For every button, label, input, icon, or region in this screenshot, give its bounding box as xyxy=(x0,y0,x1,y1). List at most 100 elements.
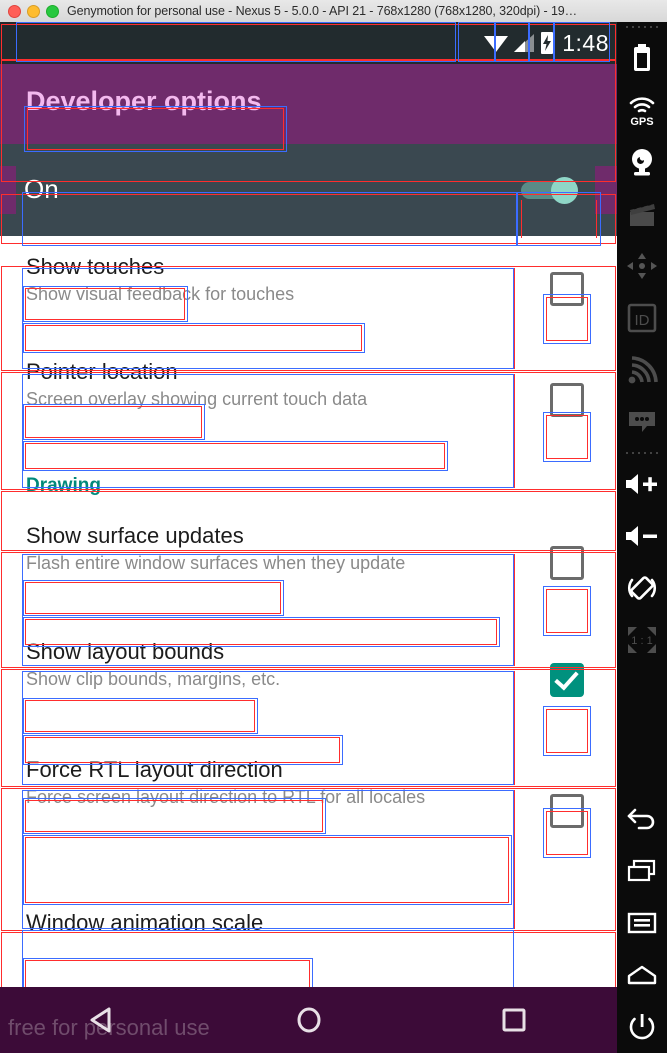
toolbar-scale-button[interactable]: 1 : 1 xyxy=(617,614,667,666)
action-bar: Developer options xyxy=(0,64,617,144)
android-navigation-bar: free for personal use xyxy=(0,987,617,1053)
switch-bar-bottom-spacer xyxy=(0,214,617,236)
switch-bar-left-accent xyxy=(0,166,16,214)
toolbar-drag-handle-middle[interactable] xyxy=(617,448,667,458)
section-header-drawing: Drawing xyxy=(0,459,617,505)
network-signal-icon xyxy=(628,356,658,384)
nav-recents-button[interactable] xyxy=(411,987,617,1053)
window-controls xyxy=(0,4,59,18)
list-item-subtitle: Flash entire window surfaces when they u… xyxy=(26,552,406,573)
scale-one-to-one-icon: 1 : 1 xyxy=(628,627,656,653)
toolbar-back-button[interactable] xyxy=(617,793,667,845)
list-item[interactable]: Window animation scale xyxy=(0,882,617,962)
rotate-screen-icon xyxy=(627,576,657,600)
list-item-title: Force RTL layout direction xyxy=(26,757,283,782)
dpad-icon xyxy=(627,253,657,279)
volume-up-icon xyxy=(626,474,657,494)
list-item-title: Pointer location xyxy=(26,359,178,384)
toolbar-recents-button[interactable] xyxy=(617,845,667,897)
page-title: Developer options xyxy=(26,86,262,116)
scale-label: 1 : 1 xyxy=(631,635,652,647)
checkbox-checked-icon[interactable] xyxy=(550,663,584,697)
switch-bar-top-spacer xyxy=(0,144,617,166)
toolbar-dpad-button[interactable] xyxy=(617,240,667,292)
menu-icon xyxy=(627,912,657,934)
list-item[interactable]: Show surface updates Flash entire window… xyxy=(0,505,617,621)
camera-icon xyxy=(632,149,652,176)
list-item-subtitle: Screen overlay showing current touch dat… xyxy=(26,388,368,409)
toolbar-id-button[interactable]: ID xyxy=(617,292,667,344)
list-item[interactable]: Show layout bounds Show clip bounds, mar… xyxy=(0,621,617,739)
status-clock: 1:48 xyxy=(562,29,609,56)
checkbox-unchecked-icon[interactable] xyxy=(550,793,584,828)
list-item-control[interactable] xyxy=(517,236,617,341)
id-icon: ID xyxy=(627,303,657,333)
genymotion-toolbar: GPS ID 1: 1 xyxy=(617,22,667,1053)
list-item-text: Window animation scale xyxy=(0,882,517,952)
toolbar-power-button[interactable] xyxy=(617,1001,667,1053)
master-switch-toggle[interactable] xyxy=(521,177,583,204)
list-item-title: Show surface updates xyxy=(26,523,244,548)
nav-buttons xyxy=(0,987,617,1053)
video-clapper-icon xyxy=(630,201,655,226)
checkbox-unchecked-icon[interactable] xyxy=(550,271,584,306)
toolbar-volume-down-button[interactable] xyxy=(617,510,667,562)
developer-options-master-switch-row[interactable]: On xyxy=(0,166,617,214)
master-switch-label: On xyxy=(24,174,59,204)
window-title: Genymotion for personal use - Nexus 5 - … xyxy=(67,4,578,18)
toolbar-drag-handle-top[interactable] xyxy=(617,22,667,32)
genymotion-window: Genymotion for personal use - Nexus 5 - … xyxy=(0,0,667,1053)
close-window-button[interactable] xyxy=(8,4,21,18)
toolbar-network-button[interactable] xyxy=(617,344,667,396)
device-screen: 1:48 Developer options On Show touches S… xyxy=(0,22,617,1053)
back-triangle-icon xyxy=(90,1007,111,1033)
list-item-text: Show layout bounds Show clip bounds, mar… xyxy=(0,621,517,706)
volume-down-icon xyxy=(626,526,657,546)
toolbar-home-button[interactable] xyxy=(617,949,667,1001)
list-item-control[interactable] xyxy=(517,739,617,882)
list-item-subtitle: Show clip bounds, margins, etc. xyxy=(26,668,281,689)
list-item-control[interactable] xyxy=(517,621,617,739)
list-item-text: Pointer location Screen overlay showing … xyxy=(0,341,517,426)
nav-home-button[interactable] xyxy=(206,987,412,1053)
toolbar-battery-button[interactable] xyxy=(617,32,667,84)
window-titlebar: Genymotion for personal use - Nexus 5 - … xyxy=(0,0,667,23)
gps-label: GPS xyxy=(630,116,653,127)
list-item[interactable]: Force RTL layout direction Force screen … xyxy=(0,739,617,882)
status-icons xyxy=(483,31,555,55)
maximize-window-button[interactable] xyxy=(46,4,59,18)
nav-back-button[interactable] xyxy=(0,987,206,1053)
toolbar-volume-up-button[interactable] xyxy=(617,458,667,510)
wifi-icon xyxy=(484,36,509,52)
toolbar-rotate-button[interactable] xyxy=(617,562,667,614)
cellular-signal-icon xyxy=(514,34,535,52)
gps-icon: GPS xyxy=(629,97,655,127)
list-item-control xyxy=(517,882,617,962)
developer-options-list: Show touches Show visual feedback for to… xyxy=(0,236,617,962)
list-item-title: Show layout bounds xyxy=(26,639,225,664)
toolbar-video-button[interactable] xyxy=(617,188,667,240)
home-icon xyxy=(627,965,657,985)
home-circle-icon xyxy=(297,1007,320,1033)
list-item[interactable]: Show touches Show visual feedback for to… xyxy=(0,236,617,341)
list-item-control[interactable] xyxy=(517,505,617,621)
minimize-window-button[interactable] xyxy=(27,4,40,18)
list-item[interactable]: Pointer location Screen overlay showing … xyxy=(0,341,617,459)
checkbox-unchecked-icon[interactable] xyxy=(550,383,584,417)
toolbar-menu-button[interactable] xyxy=(617,897,667,949)
battery-charging-icon xyxy=(541,32,554,54)
checkbox-unchecked-icon[interactable] xyxy=(550,546,584,580)
toolbar-gps-button[interactable]: GPS xyxy=(617,84,667,136)
id-label: ID xyxy=(635,312,650,329)
android-status-bar: 1:48 xyxy=(0,22,617,64)
list-item-text: Show surface updates Flash entire window… xyxy=(0,505,517,590)
list-item-control[interactable] xyxy=(517,341,617,459)
power-icon xyxy=(629,1014,655,1040)
toolbar-camera-button[interactable] xyxy=(617,136,667,188)
list-item-text: Show touches Show visual feedback for to… xyxy=(0,236,517,321)
list-item-text: Force RTL layout direction Force screen … xyxy=(0,739,517,824)
list-item-title: Show touches xyxy=(26,254,165,279)
back-arrow-icon xyxy=(627,808,655,830)
battery-icon xyxy=(634,44,650,71)
toolbar-sms-button[interactable] xyxy=(617,396,667,448)
